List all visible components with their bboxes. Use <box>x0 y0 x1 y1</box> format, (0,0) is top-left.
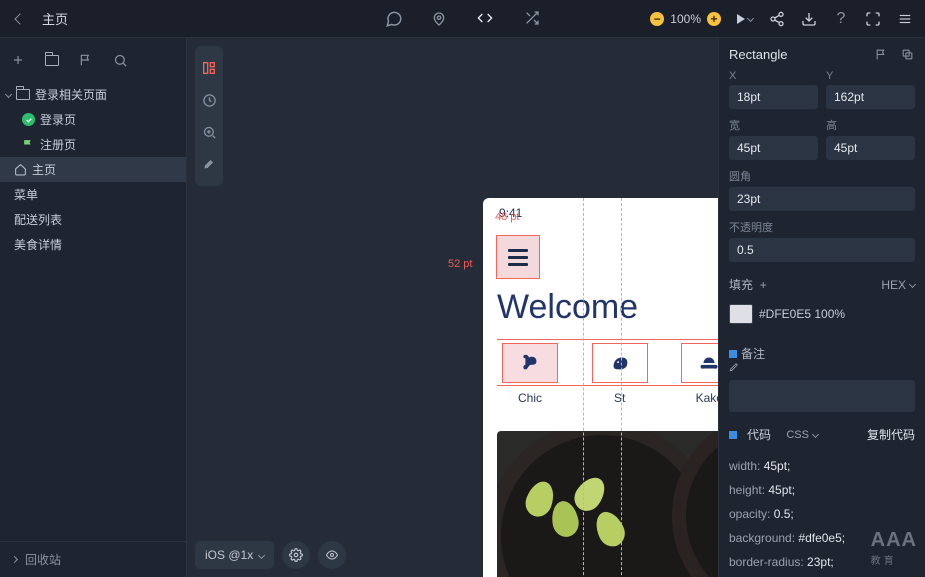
label-h: 高 <box>826 117 915 133</box>
code-lang-select[interactable]: CSS <box>786 429 818 441</box>
input-h[interactable]: 45pt <box>826 136 915 160</box>
welcome-heading: Welcome <box>483 278 718 343</box>
status-ok-icon <box>22 113 35 126</box>
eye-icon <box>324 549 340 561</box>
tree-label: 美食详情 <box>14 236 62 253</box>
copy-code-button[interactable]: 复制代码 <box>867 426 915 443</box>
watermark: AAA教育 <box>871 529 917 567</box>
notes-input[interactable] <box>729 380 915 412</box>
flag-icon <box>22 138 35 151</box>
code-icon[interactable] <box>475 10 495 28</box>
location-icon[interactable] <box>431 10 447 28</box>
label-code: 代码 <box>747 426 771 443</box>
category-item[interactable]: Chic <box>497 343 563 405</box>
picker-tool[interactable] <box>195 148 223 180</box>
input-w[interactable]: 45pt <box>729 136 818 160</box>
zoom-out-button[interactable]: − <box>650 12 664 26</box>
folder-button[interactable] <box>44 52 60 68</box>
hero-photo <box>497 431 718 577</box>
settings-button[interactable] <box>282 541 310 569</box>
label-x: X <box>729 70 818 82</box>
trash-label: 回收站 <box>25 551 61 568</box>
measure-height: 52 pt <box>448 258 472 270</box>
category-item[interactable]: St <box>587 343 653 405</box>
tree-label: 注册页 <box>40 136 76 153</box>
tree-label: 主页 <box>32 161 56 178</box>
tree-label: 配送列表 <box>14 211 62 228</box>
category-row: Chic St Kake Grilled <box>483 343 718 405</box>
input-y[interactable]: 162pt <box>826 85 915 109</box>
tree-label: 登录相关页面 <box>35 86 107 103</box>
eye-button[interactable] <box>318 541 346 569</box>
label-fill: 填充 <box>729 278 753 292</box>
input-x[interactable]: 18pt <box>729 85 818 109</box>
menu-icon[interactable] <box>897 11 913 27</box>
gear-icon <box>289 548 303 562</box>
tree-folder-login[interactable]: 登录相关页面 <box>0 82 186 107</box>
device-preview: 9:41 Welcome <box>483 198 718 577</box>
label-w: 宽 <box>729 117 818 133</box>
tree-label: 菜单 <box>14 186 38 203</box>
inspector-flag-icon[interactable] <box>873 46 889 62</box>
top-bar: 主页 − 100% + ? <box>0 0 925 38</box>
page-tree: 登录相关页面 登录页 注册页 主页 菜单 配送列表 美食详情 <box>0 82 186 541</box>
fill-value-row[interactable]: #DFE0E5 100% <box>729 301 915 327</box>
comment-icon[interactable] <box>385 10 403 28</box>
zoom-value: 100% <box>670 12 701 26</box>
back-button[interactable] <box>12 11 28 27</box>
label-y: Y <box>826 70 915 82</box>
label-opacity: 不透明度 <box>729 219 915 235</box>
add-page-button[interactable] <box>10 52 26 68</box>
tree-page-login[interactable]: 登录页 <box>0 107 186 132</box>
fullscreen-icon[interactable] <box>865 11 881 27</box>
resolution-value: iOS @1x <box>205 548 253 562</box>
category-item[interactable]: Kake <box>676 343 718 405</box>
status-time: 9:41 <box>499 206 522 220</box>
download-icon[interactable] <box>801 11 817 27</box>
tree-page-food[interactable]: 美食详情 <box>0 232 186 257</box>
add-fill-button[interactable]: + <box>760 278 767 292</box>
menu-button[interactable] <box>497 236 539 278</box>
inspector-panel: Rectangle X 18pt Y 162pt 宽 45pt 高 45pt 圆角 23p… <box>718 38 925 577</box>
play-button[interactable] <box>737 11 753 27</box>
tree-label: 登录页 <box>40 111 76 128</box>
tree-page-home[interactable]: 主页 <box>0 157 186 182</box>
canvas-stage[interactable]: 48 pt 52 pt 12% 56% 35% 35% 9:41 <box>187 38 718 577</box>
category-label: Chic <box>497 391 563 405</box>
share-icon[interactable] <box>769 11 785 27</box>
inspector-title: Rectangle <box>729 47 788 62</box>
layers-tool[interactable] <box>195 52 223 84</box>
edit-notes-button[interactable] <box>729 362 772 372</box>
category-label: Kake <box>676 391 718 405</box>
flag-button[interactable] <box>78 52 94 68</box>
tree-page-register[interactable]: 注册页 <box>0 132 186 157</box>
trash-button[interactable]: 回收站 <box>0 541 186 577</box>
zoom-in-button[interactable]: + <box>707 12 721 26</box>
color-swatch[interactable] <box>729 304 753 324</box>
category-label: St <box>587 391 653 405</box>
input-opacity[interactable]: 0.5 <box>729 238 915 262</box>
home-icon <box>14 163 27 176</box>
resolution-select[interactable]: iOS @1x <box>195 541 274 569</box>
sidebar: 登录相关页面 登录页 注册页 主页 菜单 配送列表 美食详情 回收站 <box>0 38 187 577</box>
zoom-control[interactable]: − 100% + <box>650 12 721 26</box>
input-radius[interactable]: 23pt <box>729 187 915 211</box>
page-title: 主页 <box>42 9 68 28</box>
fill-value: #DFE0E5 100% <box>759 307 845 321</box>
label-notes: 备注 <box>741 347 765 361</box>
status-bar: 9:41 <box>483 198 718 228</box>
shuffle-icon[interactable] <box>523 10 541 28</box>
search-button[interactable] <box>112 52 128 68</box>
tree-page-menu[interactable]: 菜单 <box>0 182 186 207</box>
help-icon[interactable]: ? <box>833 11 849 27</box>
inspector-copy-icon[interactable] <box>899 46 915 62</box>
hex-dropdown[interactable]: HEX <box>881 278 915 292</box>
tree-page-delivery[interactable]: 配送列表 <box>0 207 186 232</box>
label-radius: 圆角 <box>729 168 915 184</box>
zoom-tool[interactable] <box>195 116 223 148</box>
vertical-toolbar <box>195 46 223 186</box>
history-tool[interactable] <box>195 84 223 116</box>
